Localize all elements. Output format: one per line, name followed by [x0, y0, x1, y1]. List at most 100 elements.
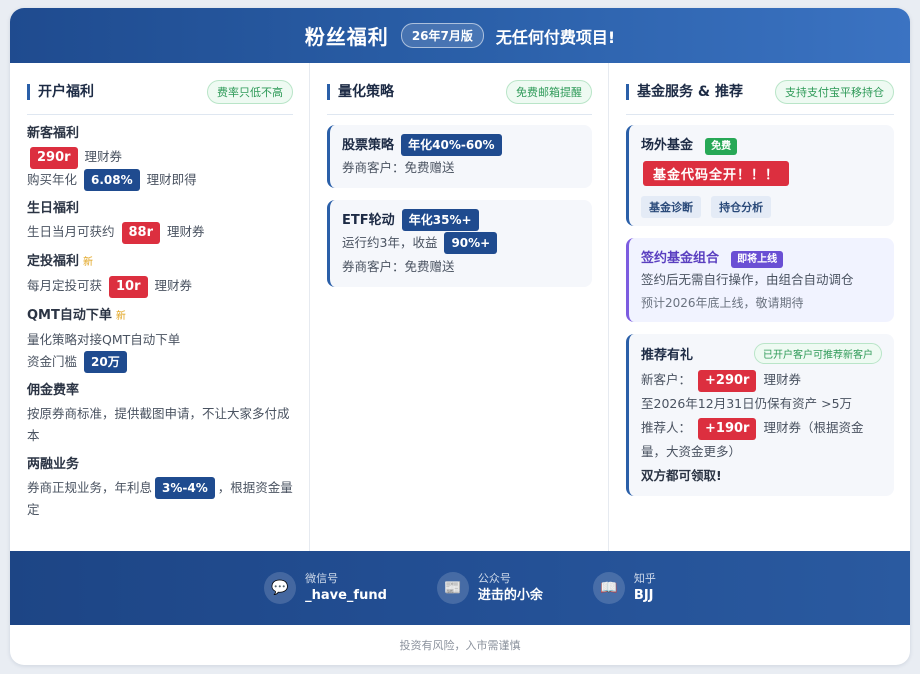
card-title: 场外基金 — [641, 138, 694, 153]
text-line: 运行约3年，收益 90%+ — [342, 231, 580, 255]
header-slogan: 无任何付费项目! — [495, 27, 616, 47]
text-line: 推荐人： +190r 理财券（根据资金量，大资金更多） — [641, 416, 882, 464]
section-title-text: QMT自动下单 — [27, 308, 112, 323]
text: 理财券 — [167, 224, 205, 239]
content-columns: 开户福利 费率只低不高 新客福利 290r 理财券 购买年化 6.08% 理财即… — [10, 63, 910, 551]
column-title: 开户福利 — [27, 84, 94, 100]
contact-value: 进击的小余 — [477, 587, 543, 603]
section-regular-investment: 定投福利新 每月定投可获 10r 理财券 — [27, 253, 293, 298]
contact-label: 知乎 — [633, 571, 656, 585]
contact-label: 公众号 — [477, 571, 511, 585]
email-pill: 免费邮箱提醒 — [506, 80, 592, 104]
return-badge: 年化40%-60% — [401, 134, 502, 156]
card-title: 签约基金组合 — [641, 251, 720, 266]
text-line-muted: 预计2026年底上线，敬请期待 — [641, 296, 804, 310]
text: 运行约3年，收益 — [342, 235, 438, 250]
new-customer-reward-badge: +290r — [698, 370, 757, 392]
column-quant-strategy: 量化策略 免费邮箱提醒 股票策略 年化40%-60% 券商客户：免费赠送 ETF… — [310, 63, 609, 551]
column-title: 基金服务 & 推荐 — [626, 84, 743, 100]
text: 每月定投可获 — [27, 278, 103, 293]
column-title: 量化策略 — [327, 84, 394, 100]
contact-official-account[interactable]: 📰 公众号 进击的小余 — [436, 571, 543, 606]
text-line: 至2026年12月31日仍保有资产 >5万 — [641, 396, 853, 411]
text-line: 购买年化 6.08% 理财即得 — [27, 169, 293, 191]
card-title-row: 签约基金组合 即将上线 — [641, 247, 882, 268]
new-tag: 新 — [83, 257, 94, 268]
contact-wechat[interactable]: 💬 微信号 _have_fund — [264, 571, 387, 606]
rate-badge: 6.08% — [84, 169, 140, 191]
alipay-pill: 支持支付宝平移持仓 — [775, 80, 894, 104]
divider — [327, 114, 592, 115]
card-title-row: 股票策略 年化40%-60% — [342, 134, 580, 156]
text: 理财券 — [84, 149, 123, 164]
referrer-reward-badge: +190r — [698, 418, 757, 440]
card-title-row: ETF轮动 年化35%+ — [342, 209, 580, 231]
column-account-benefits: 开户福利 费率只低不高 新客福利 290r 理财券 购买年化 6.08% 理财即… — [10, 63, 310, 551]
text-line: 290r 理财券 — [27, 146, 293, 169]
both-claim-text: 双方都可领取! — [641, 468, 722, 483]
section-title: QMT自动下单新 — [27, 307, 293, 326]
strategy-card-etf: ETF轮动 年化35%+ 运行约3年，收益 90%+ 券商客户：免费赠送 — [327, 200, 592, 287]
fund-card-referral: 推荐有礼 已开户客户可推荐新客户 新客户： +290r 理财券 至2026年12… — [626, 334, 894, 496]
card-title-row: 场外基金 免费 — [641, 134, 882, 155]
text-line: 按原券商标准，提供截图申请，不让大家多付成本 — [27, 406, 290, 443]
welfare-card: 粉丝福利 26年7月版 无任何付费项目! 开户福利 费率只低不高 新客福利 29… — [10, 8, 910, 665]
column-header: 基金服务 & 推荐 支持支付宝平移持仓 — [626, 80, 894, 104]
chip-holding-analysis[interactable]: 持仓分析 — [711, 196, 772, 218]
card-title: 股票策略 — [342, 138, 395, 153]
contact-value: _have_fund — [305, 587, 387, 603]
amount-badge: 88r — [121, 222, 161, 244]
section-commission: 佣金费率 按原券商标准，提供截图申请，不让大家多付成本 — [27, 382, 293, 447]
divider — [626, 114, 894, 115]
section-title: 定投福利新 — [27, 253, 293, 272]
fund-code-banner: 基金代码全开！！！ — [643, 161, 790, 186]
referral-pill: 已开户客户可推荐新客户 — [754, 343, 882, 364]
return-badge: 年化35%+ — [401, 209, 479, 231]
section-qmt: QMT自动下单新 量化策略对接QMT自动下单 资金门槛 20万 — [27, 307, 293, 373]
text-line: 资金门槛 20万 — [27, 351, 293, 373]
header-banner: 粉丝福利 26年7月版 无任何付费项目! — [10, 8, 910, 63]
fund-card-otc: 场外基金 免费 基金代码全开！！！ 基金诊断 持仓分析 — [626, 125, 894, 226]
text-line: 券商正规业务，年利息 3%-4% ，根据资金量定 — [27, 477, 293, 521]
chat-icon: 💬 — [264, 572, 297, 604]
text: 理财即得 — [146, 172, 197, 187]
new-tag: 新 — [115, 311, 126, 322]
column-header: 量化策略 免费邮箱提醒 — [327, 80, 592, 104]
text-line: 生日当月可获约 88r 理财券 — [27, 221, 293, 244]
contact-zhihu[interactable]: 📖 知乎 BJJ — [592, 571, 656, 606]
section-title-text: 定投福利 — [27, 254, 80, 269]
risk-disclaimer: 投资有风险，入市需谨慎 — [399, 639, 521, 652]
chip-row: 基金诊断 持仓分析 — [641, 192, 882, 218]
threshold-badge: 20万 — [84, 351, 127, 373]
amount-badge: 290r — [30, 147, 78, 169]
footer-contacts: 💬 微信号 _have_fund 📰 公众号 进击的小余 📖 知乎 BJJ — [10, 551, 910, 625]
fund-card-signed: 签约基金组合 即将上线 签约后无需自行操作，由组合自动调仓 预计2026年底上线… — [626, 238, 894, 322]
text-line: 券商客户：免费赠送 — [342, 259, 455, 274]
section-birthday: 生日福利 生日当月可获约 88r 理财券 — [27, 200, 293, 244]
coming-soon-tag: 即将上线 — [731, 251, 784, 268]
chip-fund-diagnosis[interactable]: 基金诊断 — [641, 196, 701, 218]
text: 生日当月可获约 — [27, 224, 115, 239]
version-badge: 26年7月版 — [400, 23, 484, 48]
page-title: 粉丝福利 — [304, 25, 389, 49]
section-margin: 两融业务 券商正规业务，年利息 3%-4% ，根据资金量定 — [27, 456, 293, 521]
text: 购买年化 — [27, 172, 78, 187]
text: 新客户： — [641, 372, 692, 387]
section-title: 两融业务 — [27, 457, 80, 472]
interest-badge: 3%-4% — [155, 477, 215, 499]
text: 券商正规业务，年利息 — [27, 480, 153, 495]
text-line: 新客户： +290r 理财券 — [641, 368, 882, 392]
text-line: 每月定投可获 10r 理财券 — [27, 275, 293, 298]
text-line: 量化策略对接QMT自动下单 — [27, 332, 181, 347]
text: 推荐人： — [641, 420, 692, 435]
text: 理财券 — [154, 278, 193, 293]
text-line: 签约后无需自行操作，由组合自动调仓 — [641, 272, 854, 287]
contact-value: BJJ — [633, 587, 654, 603]
card-title-row: 推荐有礼 已开户客户可推荐新客户 — [641, 343, 882, 364]
card-title: 推荐有礼 — [641, 348, 694, 363]
section-title: 佣金费率 — [27, 383, 80, 398]
fee-pill: 费率只低不高 — [207, 80, 293, 104]
free-tag: 免费 — [705, 138, 738, 155]
column-fund-services: 基金服务 & 推荐 支持支付宝平移持仓 场外基金 免费 基金代码全开！！！ 基金… — [609, 63, 910, 551]
divider — [27, 114, 293, 115]
